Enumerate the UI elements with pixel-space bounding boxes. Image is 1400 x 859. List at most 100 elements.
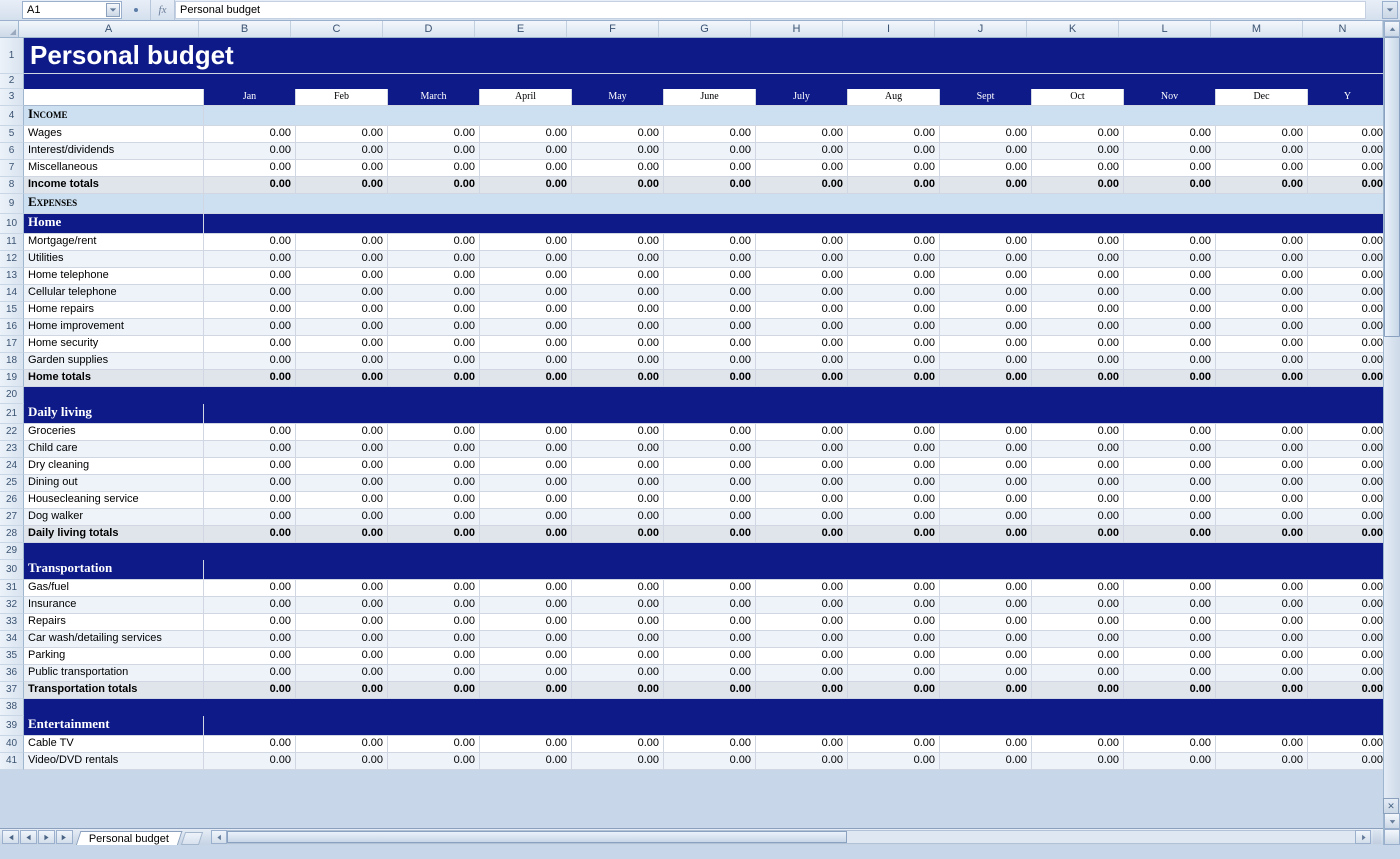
cell-value[interactable]: 0.00 — [1308, 353, 1383, 370]
cell-value[interactable]: 0.00 — [756, 234, 848, 251]
cell-value[interactable]: 0.00 — [756, 458, 848, 475]
row-header-26[interactable]: 26 — [0, 492, 24, 509]
cell-value[interactable]: 0.00 — [940, 475, 1032, 492]
cell-value[interactable]: 0.00 — [572, 251, 664, 268]
cell-value[interactable]: 0.00 — [388, 614, 480, 631]
row-header-27[interactable]: 27 — [0, 509, 24, 526]
vscroll-down[interactable] — [1384, 813, 1400, 829]
cell-value[interactable]: 0.00 — [572, 234, 664, 251]
total-value[interactable]: 0.00 — [296, 526, 388, 543]
col-header-C[interactable]: C — [291, 21, 383, 37]
row-header-40[interactable]: 40 — [0, 736, 24, 753]
cell-value[interactable]: 0.00 — [388, 753, 480, 770]
row-label[interactable]: Utilities — [24, 251, 204, 268]
cell-value[interactable]: 0.00 — [1124, 319, 1216, 336]
cell-value[interactable]: 0.00 — [1216, 597, 1308, 614]
cell-value[interactable]: 0.00 — [1308, 631, 1383, 648]
cell-value[interactable]: 0.00 — [572, 509, 664, 526]
cell-value[interactable]: 0.00 — [1032, 160, 1124, 177]
tab-next-button[interactable] — [38, 830, 55, 844]
row-label[interactable]: Home improvement — [24, 319, 204, 336]
total-value[interactable]: 0.00 — [848, 177, 940, 194]
cell-value[interactable]: 0.00 — [388, 597, 480, 614]
cell-value[interactable]: 0.00 — [756, 126, 848, 143]
cell-value[interactable]: 0.00 — [296, 285, 388, 302]
cell-value[interactable]: 0.00 — [388, 648, 480, 665]
total-value[interactable]: 0.00 — [1032, 370, 1124, 387]
month-Nov[interactable]: Nov — [1124, 89, 1216, 106]
cell-value[interactable]: 0.00 — [1124, 597, 1216, 614]
col-header-B[interactable]: B — [199, 21, 291, 37]
cell-value[interactable]: 0.00 — [848, 631, 940, 648]
section-Income[interactable]: Income — [24, 106, 204, 126]
cell-value[interactable]: 0.00 — [296, 648, 388, 665]
total-value[interactable]: 0.00 — [296, 370, 388, 387]
cell-value[interactable]: 0.00 — [480, 597, 572, 614]
cell-value[interactable]: 0.00 — [756, 251, 848, 268]
total-value[interactable]: 0.00 — [296, 682, 388, 699]
month-March[interactable]: March — [388, 89, 480, 106]
total-value[interactable]: 0.00 — [1308, 177, 1383, 194]
col-header-M[interactable]: M — [1211, 21, 1303, 37]
cell-value[interactable]: 0.00 — [1124, 251, 1216, 268]
cell-value[interactable]: 0.00 — [1308, 424, 1383, 441]
cell-value[interactable]: 0.00 — [296, 336, 388, 353]
cell-value[interactable]: 0.00 — [1032, 458, 1124, 475]
cell-value[interactable]: 0.00 — [1124, 268, 1216, 285]
total-value[interactable]: 0.00 — [940, 682, 1032, 699]
row-header-10[interactable]: 10 — [0, 214, 24, 234]
cell-value[interactable]: 0.00 — [1124, 126, 1216, 143]
sheet-tab-active[interactable]: Personal budget — [76, 831, 183, 846]
cell-value[interactable]: 0.00 — [296, 665, 388, 682]
cell-value[interactable]: 0.00 — [664, 336, 756, 353]
row-label[interactable]: Housecleaning service — [24, 492, 204, 509]
cell-value[interactable]: 0.00 — [204, 509, 296, 526]
cell-value[interactable]: 0.00 — [1032, 441, 1124, 458]
cell-value[interactable]: 0.00 — [848, 319, 940, 336]
cell-value[interactable]: 0.00 — [480, 509, 572, 526]
row-header-11[interactable]: 11 — [0, 234, 24, 251]
row-header-34[interactable]: 34 — [0, 631, 24, 648]
title-cell[interactable]: Personal budget — [24, 38, 1383, 74]
formula-bar-expand[interactable] — [1382, 1, 1398, 19]
subsection-rest[interactable] — [204, 214, 1383, 234]
cell-value[interactable]: 0.00 — [296, 302, 388, 319]
select-all-corner[interactable] — [0, 21, 19, 37]
month-Oct[interactable]: Oct — [1032, 89, 1124, 106]
cell-value[interactable]: 0.00 — [1216, 475, 1308, 492]
cell-value[interactable]: 0.00 — [572, 126, 664, 143]
cell-value[interactable]: 0.00 — [296, 353, 388, 370]
cell-value[interactable]: 0.00 — [1032, 753, 1124, 770]
month-June[interactable]: June — [664, 89, 756, 106]
total-value[interactable]: 0.00 — [204, 177, 296, 194]
cell-value[interactable]: 0.00 — [296, 753, 388, 770]
cell-value[interactable]: 0.00 — [756, 492, 848, 509]
row-header-28[interactable]: 28 — [0, 526, 24, 543]
subsection-rest[interactable] — [204, 716, 1383, 736]
cell-value[interactable]: 0.00 — [756, 614, 848, 631]
cell-value[interactable]: 0.00 — [1308, 302, 1383, 319]
row-header-31[interactable]: 31 — [0, 580, 24, 597]
cell-value[interactable]: 0.00 — [204, 753, 296, 770]
cell-value[interactable]: 0.00 — [204, 736, 296, 753]
total-value[interactable]: 0.00 — [388, 526, 480, 543]
cell-value[interactable]: 0.00 — [572, 424, 664, 441]
row-label[interactable]: Interest/dividends — [24, 143, 204, 160]
cell-value[interactable]: 0.00 — [1032, 631, 1124, 648]
cell-value[interactable]: 0.00 — [1308, 580, 1383, 597]
cell-value[interactable]: 0.00 — [296, 441, 388, 458]
cell-value[interactable]: 0.00 — [480, 614, 572, 631]
row-label[interactable]: Repairs — [24, 614, 204, 631]
cell-value[interactable]: 0.00 — [940, 234, 1032, 251]
cell-value[interactable]: 0.00 — [388, 424, 480, 441]
hscroll-thumb[interactable] — [227, 831, 847, 843]
cell-value[interactable]: 0.00 — [848, 424, 940, 441]
cell-value[interactable]: 0.00 — [940, 251, 1032, 268]
cell-value[interactable]: 0.00 — [848, 251, 940, 268]
hscroll-left[interactable] — [211, 830, 227, 844]
row-header-23[interactable]: 23 — [0, 441, 24, 458]
cell-value[interactable]: 0.00 — [572, 580, 664, 597]
total-value[interactable]: 0.00 — [940, 370, 1032, 387]
cell-value[interactable]: 0.00 — [1308, 753, 1383, 770]
cell-value[interactable]: 0.00 — [388, 319, 480, 336]
